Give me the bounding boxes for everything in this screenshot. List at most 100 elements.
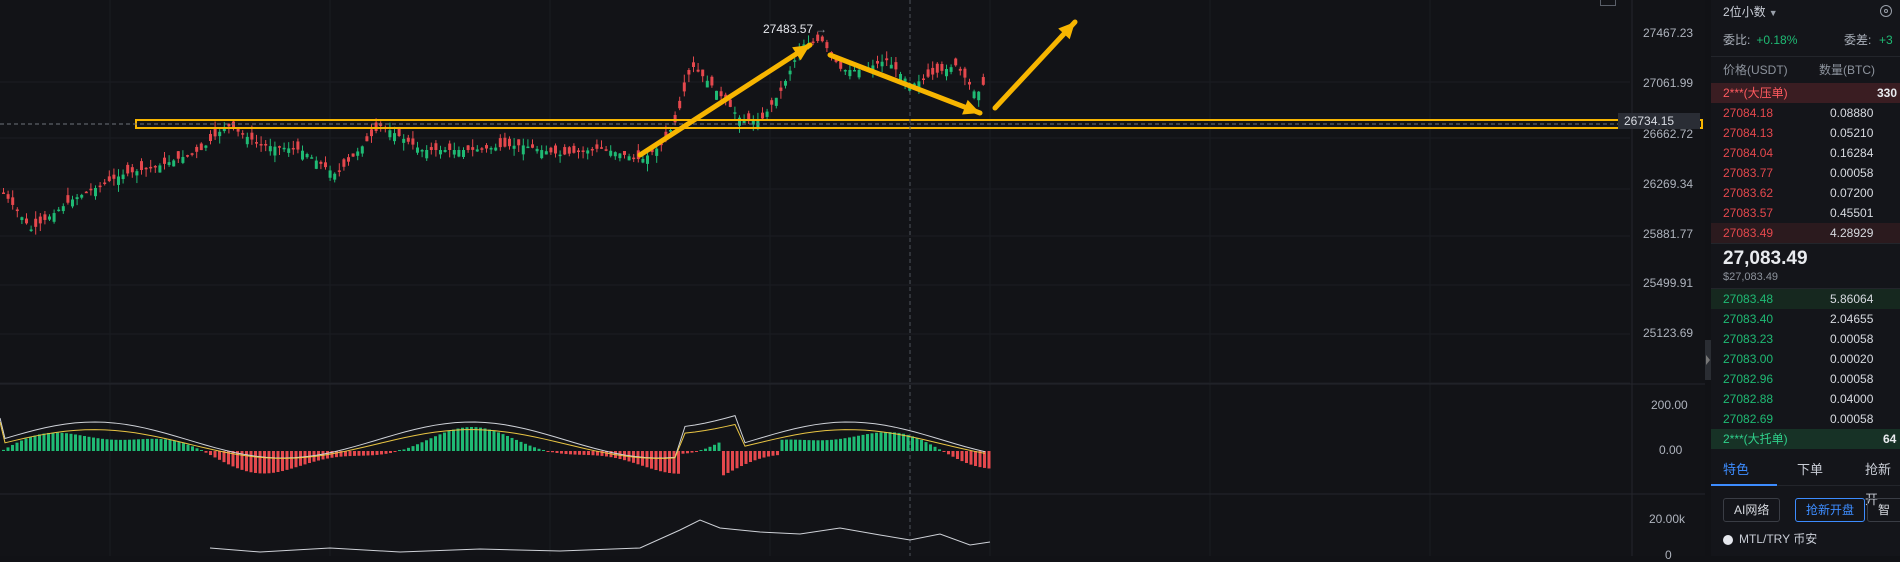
candle-body [163, 157, 166, 164]
bid-row[interactable]: 27082.96 0.00058 [1711, 369, 1900, 389]
bid-row[interactable]: 27082.69 0.00058 [1711, 409, 1900, 429]
macd-bar [879, 432, 883, 451]
price-axis-label: 25123.69 [1643, 326, 1694, 340]
candle-body [581, 150, 585, 153]
candle-body [494, 147, 498, 151]
macd-bar [420, 442, 424, 451]
candle-body [356, 151, 360, 156]
macd-bar [519, 441, 523, 451]
macd-bar [78, 435, 82, 451]
candle-body [126, 164, 130, 174]
macd-bar [249, 451, 253, 473]
gear-icon[interactable] [1880, 5, 1892, 17]
tab-new-listing[interactable]: 抢新开 [1865, 455, 1900, 507]
bid-qty: 0.00058 [1830, 332, 1874, 346]
candle-body [259, 144, 263, 146]
macd-bar [434, 436, 437, 451]
macd-bar [753, 451, 757, 461]
macd-bar [380, 451, 383, 455]
trend-arrow-down [827, 52, 983, 116]
macd-bar [704, 448, 707, 451]
macd-bar [587, 451, 590, 456]
candle-body [181, 156, 185, 163]
macd-bar [641, 451, 644, 466]
macd-bar [897, 432, 901, 451]
precision-selector[interactable]: 2位小数 ▼ [1711, 0, 1900, 24]
tab-order[interactable]: 下单 [1797, 455, 1823, 485]
tab-featured[interactable]: 特色 [1723, 455, 1749, 485]
macd-bar [884, 432, 887, 451]
macd-bar [564, 451, 568, 455]
macd-bar [735, 451, 739, 469]
candle-body [572, 145, 576, 153]
candle-body [89, 188, 93, 191]
market-list-item[interactable]: MTL/TRY 币安 [1711, 530, 1900, 550]
bid-row[interactable]: 27083.23 0.00058 [1711, 329, 1900, 349]
candle-body [20, 217, 24, 221]
candle-body [103, 182, 107, 185]
candle-body [140, 161, 143, 170]
ask-wall-row[interactable]: 2***(大压单) 330 [1711, 83, 1900, 103]
smart-button[interactable]: 智 [1867, 498, 1900, 522]
macd-bar [348, 451, 352, 457]
ask-row[interactable]: 27083.62 0.07200 [1711, 183, 1900, 203]
candle-body [117, 176, 120, 185]
candle-body [80, 194, 84, 198]
macd-bar [974, 451, 977, 467]
bid-row[interactable]: 27083.40 2.04655 [1711, 309, 1900, 329]
macd-bar [902, 433, 905, 451]
candle-body [770, 100, 774, 105]
ask-row[interactable]: 27083.49 4.28929 [1711, 223, 1900, 243]
candle-body [696, 69, 700, 72]
ask-row[interactable]: 27084.18 0.08880 [1711, 103, 1900, 123]
candle-body [977, 91, 981, 101]
macd-bar [780, 439, 784, 451]
ask-row[interactable]: 27084.13 0.05210 [1711, 123, 1900, 143]
candle-body [894, 62, 898, 70]
bid-price: 27082.96 [1723, 372, 1774, 386]
macd-bar [924, 442, 928, 451]
ask-price: 27084.04 [1723, 146, 1774, 160]
new-listing-button[interactable]: 抢新开盘 [1795, 498, 1866, 522]
macd-bar [497, 432, 500, 451]
bid-qty: 0.04000 [1830, 392, 1874, 406]
macd-bar [515, 439, 518, 451]
bid-qty: 0.00020 [1830, 352, 1874, 366]
ratio-value: +0.18% [1756, 33, 1798, 47]
macd-bar [465, 427, 469, 451]
macd-bar [29, 436, 32, 451]
bid-row[interactable]: 27083.48 5.86064 [1711, 289, 1900, 309]
bid-row[interactable]: 27082.88 0.04000 [1711, 389, 1900, 409]
macd-bar [920, 439, 923, 451]
ask-row[interactable]: 27083.77 0.00058 [1711, 163, 1900, 183]
chart-canvas[interactable]: + [0, 0, 1705, 556]
bid-wall-row[interactable]: 2***(大托单) 64 [1711, 429, 1900, 449]
macd-bar [186, 444, 190, 451]
chart-area[interactable]: + 27483.57→ 27467.23 27061.99 26662.72 2… [0, 0, 1705, 562]
macd-bar [537, 448, 541, 451]
macd-bar [281, 451, 284, 472]
macd-bar [713, 444, 716, 451]
ask-row[interactable]: 27083.57 0.45501 [1711, 203, 1900, 223]
macd-bar [510, 437, 514, 451]
macd-bar [686, 451, 689, 454]
macd-bar [209, 451, 212, 456]
candle-body [6, 194, 10, 199]
candle-body [949, 67, 953, 72]
macd-bar [659, 451, 662, 472]
volume-axis-label: 0 [1665, 548, 1672, 562]
macd-bar [2, 449, 5, 451]
candle-body [705, 80, 709, 88]
ask-qty: 0.07200 [1830, 186, 1874, 200]
chart-settings-icon[interactable] [1600, 0, 1616, 6]
orderbook-header: 价格(USDT) 数量(BTC) [1711, 57, 1900, 83]
candle-body [825, 42, 829, 49]
candle-body [549, 147, 553, 153]
bid-row[interactable]: 27083.00 0.00020 [1711, 349, 1900, 369]
candle-body [360, 146, 364, 154]
ai-network-button[interactable]: AI网络 [1723, 498, 1781, 522]
ask-row[interactable]: 27084.04 0.16284 [1711, 143, 1900, 163]
candle-body [425, 150, 429, 159]
macd-bar [798, 439, 802, 451]
macd-bar [182, 443, 185, 451]
